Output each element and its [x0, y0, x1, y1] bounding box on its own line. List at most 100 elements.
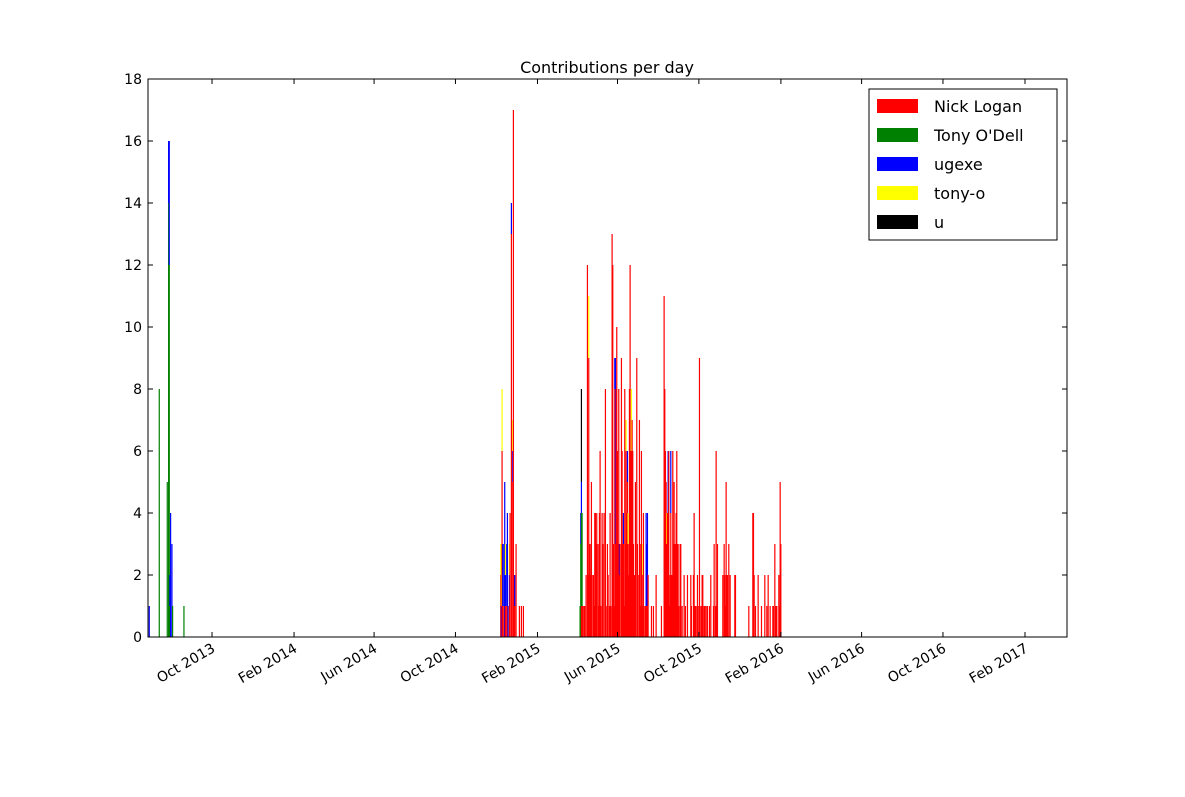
bar-segment-nick-logan [716, 544, 719, 637]
bar-segment-nick-logan [518, 606, 520, 637]
legend-label: Tony O'Dell [933, 126, 1024, 145]
bar-segment-nick-logan [650, 606, 653, 637]
bar-segment-nick-logan [602, 544, 604, 637]
bar-segment-ugexe [168, 141, 170, 265]
bar-segment-nick-logan [510, 234, 512, 637]
legend-swatch [877, 99, 918, 113]
bar-segment-nick-logan [728, 544, 730, 637]
bar-segment-ugexe [622, 513, 625, 544]
bar-segment-nick-logan [767, 575, 769, 637]
bar-segment-u [580, 389, 583, 482]
bar-segment-nick-logan [706, 606, 709, 637]
bar-segment-nick-logan [764, 575, 766, 637]
legend-label: tony-o [934, 184, 985, 203]
bar-segment-nick-logan [780, 544, 782, 637]
bar-segment-nick-logan [708, 606, 711, 637]
bar-segment-nick-logan [695, 606, 697, 637]
bar-segment-nick-logan [705, 606, 707, 637]
bar-segment-nick-logan [713, 544, 715, 637]
y-tick-label: 4 [133, 506, 142, 522]
y-tick-label: 18 [124, 72, 142, 88]
bar-segment-nick-logan [760, 606, 763, 637]
y-tick-label: 8 [133, 382, 142, 398]
bar-segment-nick-logan [684, 606, 687, 637]
bar-segment-ugexe [580, 482, 583, 513]
bar-segment-tony-o-dell [166, 482, 168, 637]
bar-segment-nick-logan [522, 606, 524, 637]
bar-segment-nick-logan [757, 575, 759, 637]
bar-segment-tony-o [501, 389, 503, 451]
bar-segment-nick-logan [605, 606, 607, 637]
y-tick-label: 14 [124, 196, 142, 212]
bar-segment-nick-logan [638, 420, 641, 637]
bar-segment-nick-logan [754, 606, 757, 637]
bar-segment-nick-logan [772, 606, 775, 637]
bar-segment-nick-logan [591, 575, 593, 637]
bar-segment-ugexe [670, 451, 672, 513]
bar-segment-nick-logan [722, 575, 724, 637]
legend-label: Nick Logan [934, 97, 1022, 116]
bar-segment-nick-logan [769, 606, 771, 637]
bar-segment-nick-logan [634, 482, 637, 637]
bar-segment-ugexe [502, 544, 504, 606]
bar-segment-ugexe [506, 513, 508, 606]
bar-segment-nick-logan [512, 110, 514, 637]
legend-swatch [877, 186, 918, 200]
bar-segment-nick-logan [603, 513, 605, 637]
legend-label: ugexe [934, 155, 983, 174]
bar-segment-nick-logan [520, 606, 522, 637]
bar-segment-nick-logan [748, 606, 750, 637]
bar-segment-nick-logan [604, 389, 607, 637]
bar-segment-ugexe [514, 575, 516, 606]
bar-segment-tony-o [504, 544, 506, 575]
legend-swatch [877, 215, 918, 229]
bar-segment-nick-logan [776, 606, 778, 637]
bar-segment-nick-logan [502, 606, 504, 637]
bar-segment-ugexe [510, 203, 512, 234]
bar-segment-nick-logan [610, 606, 612, 637]
bar-segment-ugexe [626, 451, 629, 482]
bar-segment-nick-logan [600, 606, 602, 637]
bar-segment-nick-logan [652, 606, 655, 637]
bar-segment-tony-o-dell [158, 389, 160, 637]
bar-segment-nick-logan [504, 606, 506, 637]
bar-segment-nick-logan [619, 544, 621, 637]
bar-segment-nick-logan [655, 575, 657, 637]
bar-segment-ugexe [170, 513, 172, 637]
contributions-chart: Contributions per day 024681012141618Oct… [0, 0, 1185, 797]
bar-segment-nick-logan [699, 606, 701, 637]
bar-segment-tony-o-dell [581, 513, 583, 606]
bar-segment-nick-logan [681, 606, 683, 637]
bar-segment-nick-logan [702, 575, 704, 637]
legend-label: u [934, 213, 944, 232]
bar-segment-tony-o [627, 513, 629, 544]
bar-segment-tony-o [588, 296, 590, 358]
bar-segment-nick-logan [690, 606, 693, 637]
bar-segment-nick-logan [515, 544, 517, 637]
bar-segment-nick-logan [726, 575, 729, 637]
bar-segment-nick-logan [607, 575, 609, 637]
bar-segment-nick-logan [643, 606, 645, 637]
bar-segment-nick-logan [509, 513, 511, 637]
y-tick-label: 2 [133, 568, 142, 584]
bar-segment-nick-logan [734, 575, 737, 637]
bar-segment-nick-logan [582, 606, 584, 637]
y-tick-label: 16 [124, 134, 142, 150]
bar-segment-tony-o-dell [183, 606, 185, 637]
bar-segment-nick-logan [753, 575, 755, 637]
bar-segment-nick-logan [647, 575, 649, 637]
bar-segment-nick-logan [696, 575, 699, 637]
bar-segment-nick-logan [660, 606, 663, 637]
bar-segment-nick-logan [596, 513, 598, 637]
bar-segment-nick-logan [704, 606, 706, 637]
bar-segment-nick-logan [680, 544, 682, 637]
legend-swatch [877, 128, 918, 142]
bar-segment-nick-logan [766, 606, 768, 637]
bar-segment-nick-logan [710, 575, 712, 637]
bar-segment-ugexe [507, 606, 509, 637]
bar-segment-ugexe [504, 575, 506, 606]
bar-segment-nick-logan [686, 575, 689, 637]
bar-segment-ugexe [148, 606, 150, 637]
y-tick-label: 10 [124, 320, 142, 336]
bar-segment-nick-logan [729, 575, 731, 637]
